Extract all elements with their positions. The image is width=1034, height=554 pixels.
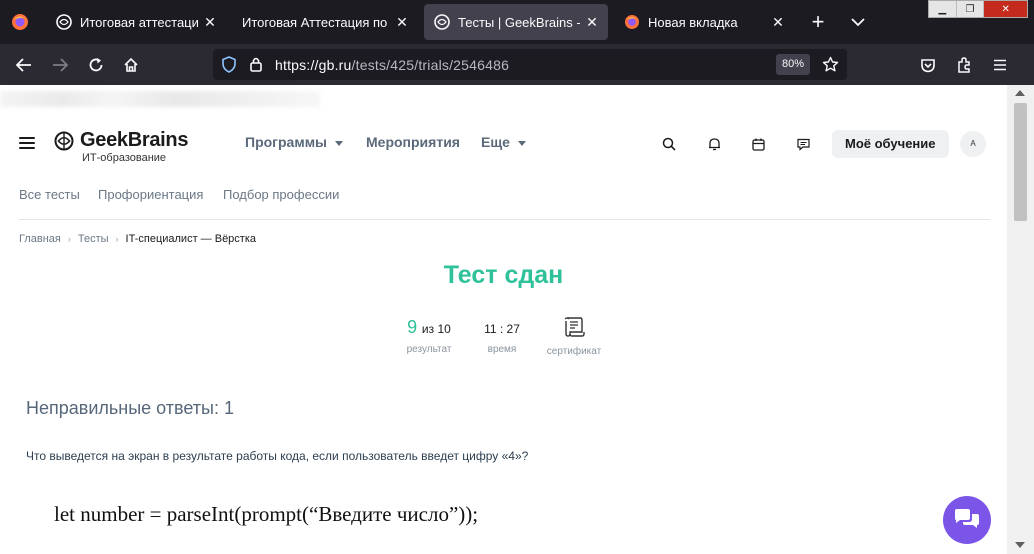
subnav-career-guidance[interactable]: Профориентация [98, 187, 203, 202]
score-value: 9 [407, 317, 418, 337]
firefox-icon [625, 15, 639, 29]
site-header: GeekBrains ИТ-образование Программы Меро… [0, 125, 1007, 165]
close-tab-icon[interactable]: ✕ [770, 14, 786, 30]
search-icon[interactable] [660, 135, 678, 153]
tab-title: Итоговая аттестация | И [80, 14, 198, 30]
shield-icon[interactable] [221, 56, 237, 73]
zoom-level-button[interactable]: 80% [776, 54, 811, 75]
browser-tab[interactable]: Итоговая Аттестация по пре ✕ [232, 4, 418, 40]
app-menu-icon[interactable] [985, 50, 1015, 80]
tab-title: Итоговая Аттестация по пре [242, 14, 390, 30]
tab-title: Новая вкладка [648, 14, 738, 30]
avatar[interactable]: А [960, 131, 986, 157]
logo-subtitle: ИТ-образование [82, 152, 167, 164]
geekbrains-icon [434, 14, 450, 30]
chat-bubbles-icon [955, 509, 979, 528]
subnav-profession-match[interactable]: Подбор профессии [223, 187, 339, 202]
bell-icon[interactable] [705, 135, 723, 153]
bookmark-star-icon[interactable] [822, 56, 839, 73]
chat-icon[interactable] [794, 135, 812, 153]
pocket-icon[interactable] [913, 50, 943, 80]
chevron-right-icon: › [115, 234, 119, 244]
score-stat: 9 из 10 результат [402, 317, 456, 355]
blurred-banner [0, 91, 320, 107]
url-host: https://gb.ru [275, 57, 352, 73]
subnav-all-tests[interactable]: Все тесты [19, 187, 80, 202]
page-scrollbar[interactable] [1007, 85, 1034, 554]
back-arrow-icon[interactable] [9, 50, 39, 80]
address-bar[interactable]: https://gb.ru/tests/425/trials/2546486 8… [213, 49, 847, 80]
breadcrumb-tests[interactable]: Тесты [78, 233, 109, 245]
chevron-down-icon [335, 140, 344, 146]
close-tab-icon[interactable]: ✕ [202, 14, 218, 30]
close-tab-icon[interactable]: ✕ [394, 14, 410, 30]
my-learning-button[interactable]: Моё обучение [832, 130, 949, 158]
browser-tab-strip: Итоговая аттестация | И ✕ Итоговая Аттес… [0, 0, 1034, 44]
menu-label: Программы [245, 134, 328, 150]
divider [19, 219, 990, 220]
geekbrains-icon [56, 14, 72, 30]
hamburger-menu-icon[interactable] [19, 137, 35, 149]
url-text[interactable]: https://gb.ru/tests/425/trials/2546486 [275, 57, 509, 73]
breadcrumb-home[interactable]: Главная [19, 233, 61, 245]
time-label: время [487, 344, 517, 355]
tab-title: Тесты | GeekBrains - обр [458, 14, 580, 30]
list-all-tabs-icon[interactable] [844, 8, 872, 36]
home-icon[interactable] [116, 50, 146, 80]
menu-label: Мероприятия [366, 134, 460, 150]
lock-icon[interactable] [249, 56, 263, 72]
certificate-stat[interactable]: сертификат [543, 317, 605, 357]
breadcrumb-current: IT-специалист — Вёрстка [125, 233, 257, 245]
certificate-icon[interactable] [564, 317, 585, 337]
menu-more[interactable]: Еще [481, 134, 526, 150]
minimize-icon[interactable]: ▁ [929, 1, 957, 17]
menu-label: Еще [481, 134, 510, 150]
browser-tab[interactable]: Новая вкладка ✕ [614, 4, 794, 40]
scroll-down-icon[interactable] [1015, 542, 1025, 548]
chevron-down-icon [517, 140, 526, 146]
close-tab-icon[interactable]: ✕ [584, 14, 600, 30]
sub-navigation: Все тесты Профориентация Подбор професси… [0, 187, 1007, 209]
browser-nav-bar: https://gb.ru/tests/425/trials/2546486 8… [0, 44, 1034, 85]
wrong-answers-heading: Неправильные ответы: 1 [26, 398, 234, 418]
code-line: let number = parseInt(prompt(“Введите чи… [54, 502, 479, 526]
logo-text[interactable]: GeekBrains [80, 129, 188, 152]
question-text: Что выведется на экран в результате рабо… [26, 449, 529, 463]
certificate-label: сертификат [546, 346, 602, 357]
url-path: /tests/425/trials/2546486 [351, 57, 510, 73]
scrollbar-thumb[interactable] [1014, 103, 1027, 221]
scroll-up-icon[interactable] [1015, 90, 1025, 96]
window-close-icon[interactable]: ✕ [984, 1, 1028, 17]
calendar-icon[interactable] [749, 135, 767, 153]
restore-icon[interactable]: ❐ [957, 1, 985, 17]
score-label: результат [406, 344, 452, 355]
browser-tab-active[interactable]: Тесты | GeekBrains - обр ✕ [424, 4, 608, 40]
new-tab-button[interactable]: + [804, 8, 832, 36]
support-chat-button[interactable] [943, 496, 991, 544]
browser-tab[interactable]: Итоговая аттестация | И ✕ [46, 4, 226, 40]
reload-icon[interactable] [81, 50, 111, 80]
breadcrumb: Главная › Тесты › IT-специалист — Вёрстк… [19, 233, 256, 245]
chevron-right-icon: › [67, 234, 71, 244]
time-value: 11 : 27 [484, 322, 520, 336]
page-title: Тест сдан [443, 261, 564, 289]
window-controls: ▁ ❐ ✕ [928, 0, 1028, 18]
web-page: GeekBrains ИТ-образование Программы Меро… [0, 85, 1007, 554]
menu-events[interactable]: Мероприятия [366, 134, 460, 150]
score-of: из 10 [421, 322, 451, 336]
forward-arrow-icon[interactable] [45, 50, 75, 80]
menu-programs[interactable]: Программы [245, 134, 344, 150]
geekbrains-logo-icon[interactable] [54, 131, 74, 151]
firefox-menu-icon[interactable] [6, 8, 34, 36]
extensions-icon[interactable] [949, 50, 979, 80]
time-stat: 11 : 27 время [479, 317, 525, 355]
